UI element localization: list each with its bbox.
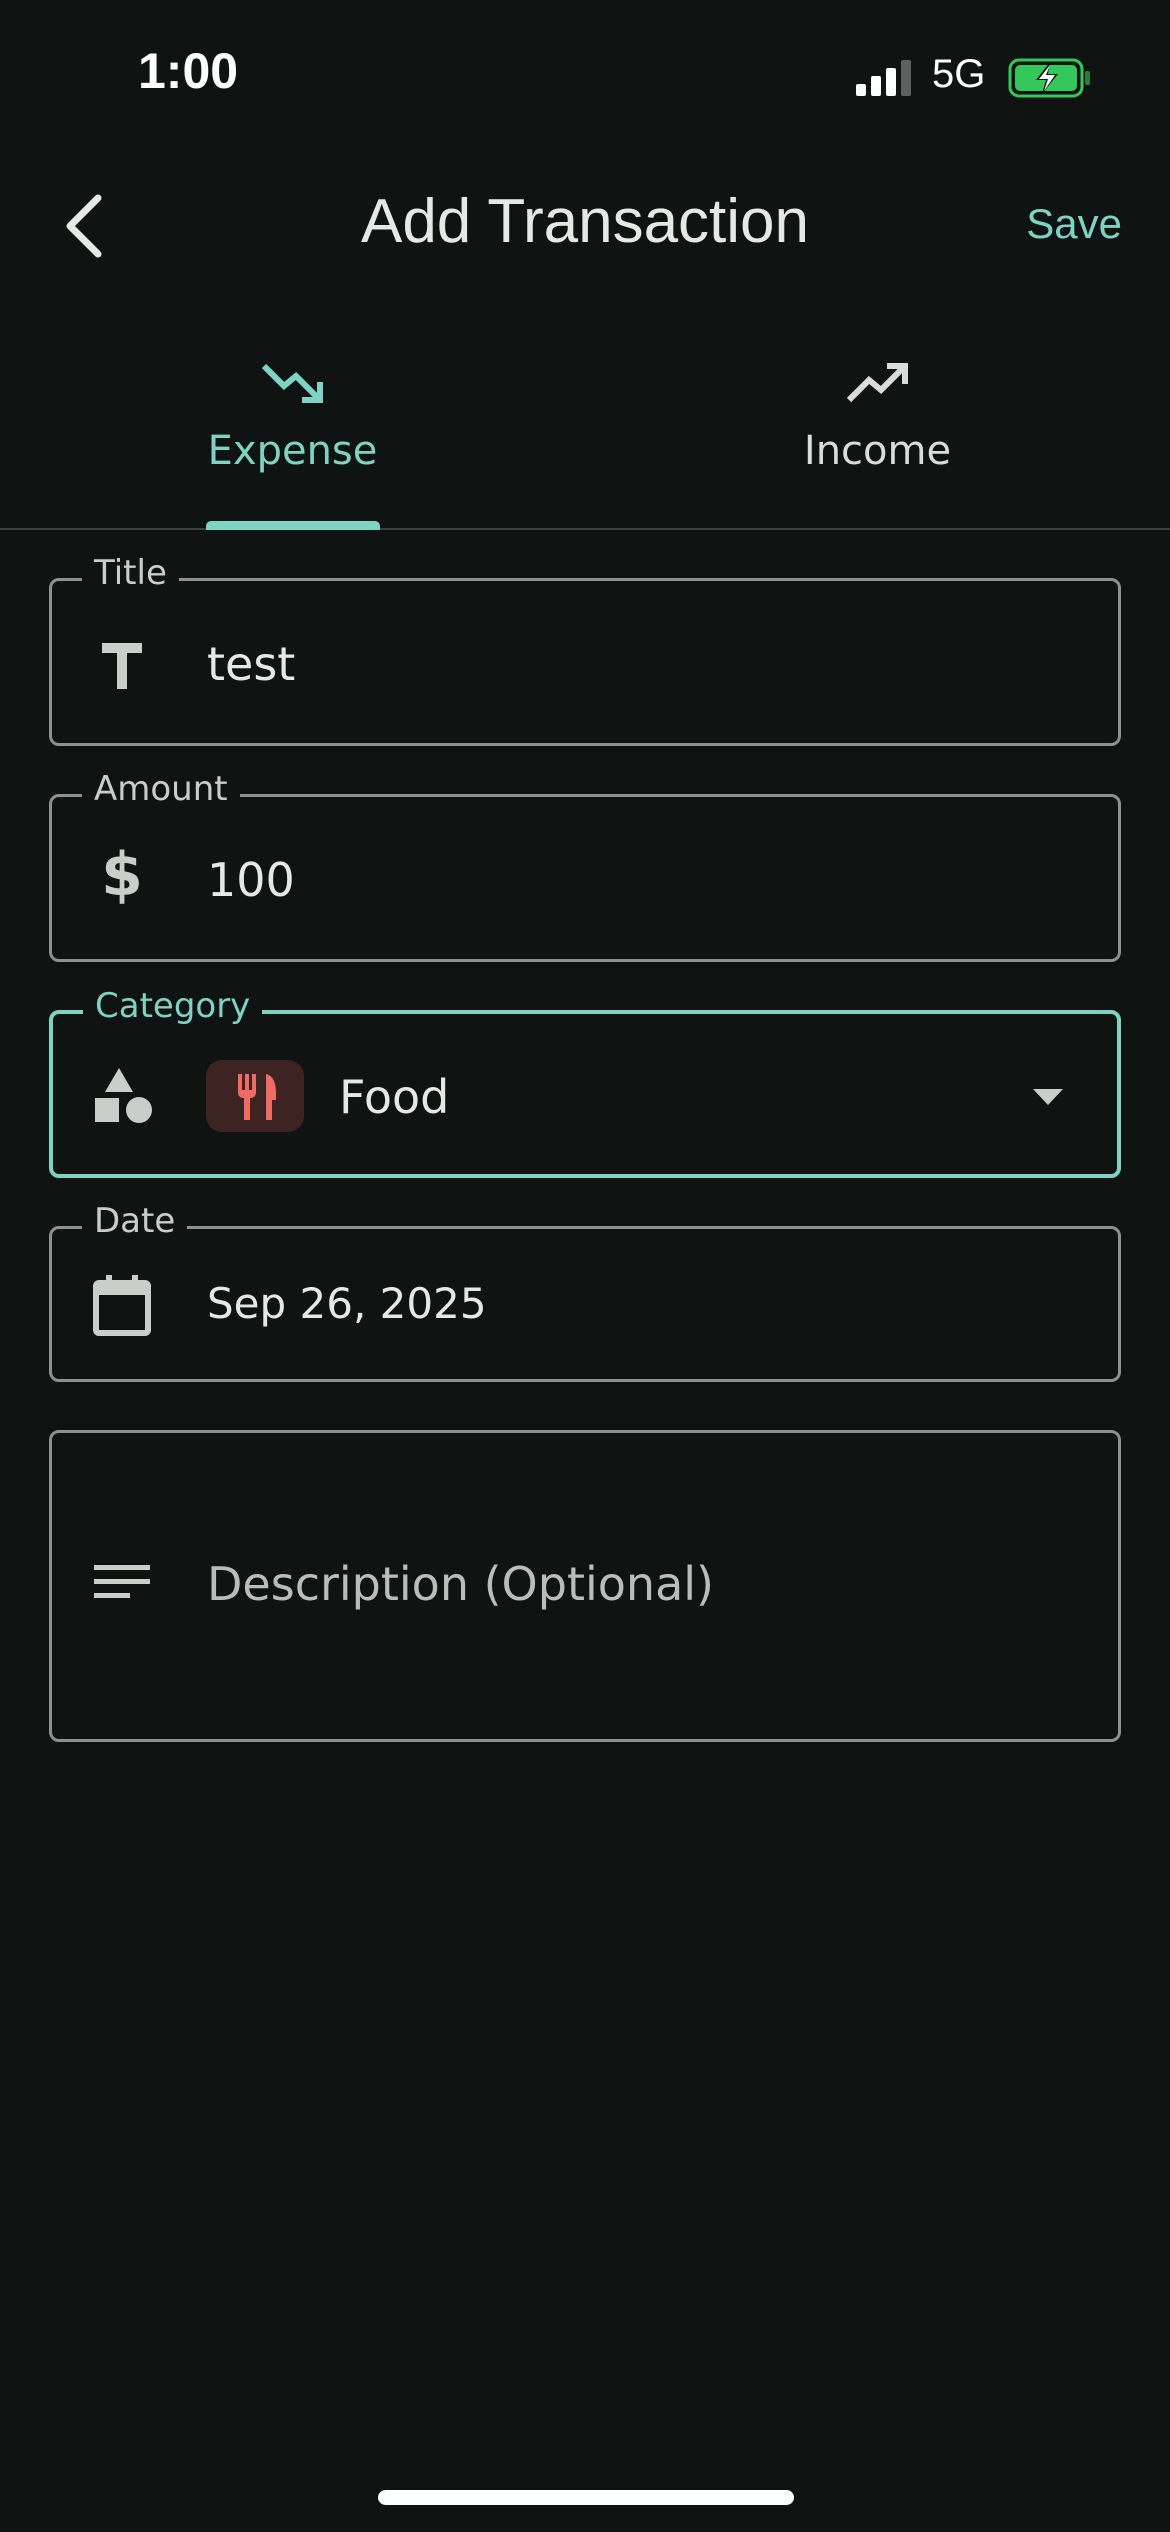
date-value[interactable]: Sep 26, 2025 xyxy=(207,1279,487,1328)
fork-knife-icon xyxy=(238,1074,276,1120)
page-title: Add Transaction xyxy=(360,187,810,256)
shapes-icon xyxy=(95,1068,152,1123)
network-type: 5G xyxy=(932,52,986,96)
description-field[interactable]: Description (Optional) xyxy=(49,1430,1121,1742)
status-time: 1:00 xyxy=(138,43,239,99)
title-field-label: Title xyxy=(82,553,179,593)
tab-expense-label: Expense xyxy=(207,428,378,474)
title-field[interactable]: Title test xyxy=(49,553,1121,746)
tab-expense[interactable]: Expense xyxy=(0,350,585,530)
trending-down-icon xyxy=(261,363,323,403)
trending-up-icon xyxy=(846,363,908,403)
text-t-icon xyxy=(102,643,142,689)
amount-field-label: Amount xyxy=(82,769,240,809)
dollar-icon: $ xyxy=(101,840,143,910)
tab-income[interactable]: Income xyxy=(585,350,1170,530)
cellular-signal-icon xyxy=(856,60,911,96)
tab-divider xyxy=(0,528,1170,530)
amount-field[interactable]: Amount $ 100 xyxy=(49,769,1121,962)
category-field[interactable]: Category Food xyxy=(49,986,1121,1178)
home-indicator[interactable] xyxy=(378,2490,794,2505)
category-field-label: Category xyxy=(83,986,263,1026)
tab-income-label: Income xyxy=(803,428,952,474)
category-value: Food xyxy=(339,1070,450,1124)
amount-input[interactable]: 100 xyxy=(207,853,295,907)
date-field-label: Date xyxy=(82,1201,188,1241)
description-input[interactable]: Description (Optional) xyxy=(207,1557,714,1611)
calendar-icon xyxy=(93,1275,151,1336)
notes-icon xyxy=(94,1565,150,1598)
save-button[interactable]: Save xyxy=(1026,200,1122,248)
dropdown-arrow-icon[interactable] xyxy=(1031,1086,1065,1108)
date-field[interactable]: Date Sep 26, 2025 xyxy=(49,1201,1121,1382)
food-category-chip xyxy=(206,1060,304,1132)
tab-selected-indicator xyxy=(206,521,380,530)
battery-charging-icon xyxy=(1008,58,1090,98)
title-input[interactable]: test xyxy=(207,637,295,691)
